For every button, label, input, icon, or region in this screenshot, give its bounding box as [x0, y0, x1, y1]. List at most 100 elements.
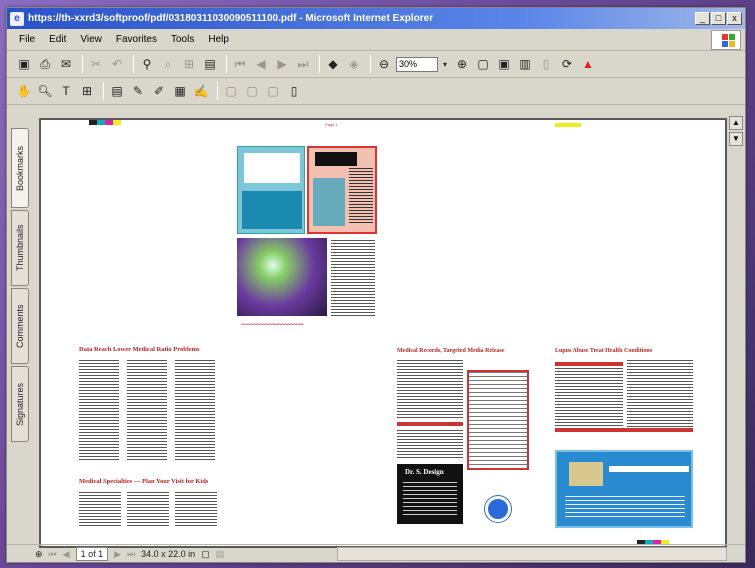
menu-view[interactable]: View [80, 34, 102, 45]
text-column [555, 368, 623, 428]
ie-window: e https://th-xxrd3/softproof/pdf/0318031… [6, 7, 746, 563]
tab-signatures[interactable]: Signatures [11, 366, 29, 442]
zoom-dropdown-icon[interactable]: ▾ [440, 55, 450, 73]
last-page-button[interactable]: ⏭ [127, 549, 135, 560]
go-forward-icon[interactable]: ◈ [345, 55, 363, 73]
prev-page-icon[interactable]: ◀ [252, 55, 270, 73]
next-page-button[interactable]: ▶ [114, 549, 121, 560]
form-tool-icon[interactable]: ▦ [171, 82, 189, 100]
boxed-letter [467, 370, 529, 470]
reflow-icon[interactable]: ▯ [537, 55, 555, 73]
page-spread-right-b: Lupus Abuse Treat Health Conditions [553, 336, 695, 532]
adobe-icon[interactable]: ▲ [579, 55, 597, 73]
spread-left-subtitle: Medical Specialties — Plan Your Visit fo… [79, 478, 209, 485]
last-page-icon[interactable]: ⏭ [294, 55, 312, 73]
menu-edit[interactable]: Edit [49, 34, 66, 45]
select-icon[interactable]: ⊞ [180, 55, 198, 73]
tab-thumbnails[interactable]: Thumbnails [11, 210, 29, 286]
zoom-in-icon[interactable]: ⊕ [453, 55, 471, 73]
fit-page-icon[interactable]: ▣ [495, 55, 513, 73]
tab-bookmarks[interactable]: Bookmarks [11, 128, 29, 208]
cover-panel-left [237, 146, 305, 234]
cover-photo [237, 238, 327, 316]
sign-tool-icon[interactable]: ✍ [192, 82, 210, 100]
review-icon[interactable]: ▢ [222, 82, 240, 100]
page-size-label: 34.0 x 22.0 in [141, 549, 196, 559]
upside-down-title: ~~~~~~~~~~~~~~~~~~~~ [241, 320, 304, 326]
zoom-out-icon[interactable]: ⊖ [375, 55, 393, 73]
ie-icon: e [10, 11, 24, 26]
text-column [79, 492, 121, 528]
registration-mark [113, 120, 121, 125]
maximize-button[interactable]: □ [711, 12, 726, 25]
text-column [127, 492, 169, 528]
seal-logo [485, 496, 511, 522]
text-column [397, 430, 463, 458]
pencil-tool-icon[interactable]: ✎ [129, 82, 147, 100]
compare-icon[interactable]: ▢ [243, 82, 261, 100]
cover-panel-right [307, 146, 377, 234]
actual-size-icon[interactable]: ▢ [474, 55, 492, 73]
text-column [79, 360, 119, 460]
highlight-tool-icon[interactable]: ✐ [150, 82, 168, 100]
scroll-up-icon[interactable]: ▲ [729, 116, 743, 130]
find-icon[interactable]: ⚲ [138, 55, 156, 73]
zoom-input[interactable]: 30% [396, 56, 438, 72]
blue-ad [555, 450, 693, 528]
menu-tools[interactable]: Tools [171, 34, 194, 45]
search-icon[interactable]: ⌕ [159, 55, 177, 73]
acrobat-toolbar-2: ✋ 🔍︎ T ⊞ ▤ ✎ ✐ ▦ ✍ ▢ ▢ ▢ ▯ [7, 78, 745, 105]
graphics-select-icon[interactable]: ⊞ [78, 82, 96, 100]
menu-help[interactable]: Help [208, 34, 229, 45]
continuous-icon[interactable]: ▤ [216, 549, 225, 560]
cut-icon[interactable]: ✂ [87, 55, 105, 73]
toolbar-separator [82, 55, 83, 73]
zoom-tool-icon[interactable]: 🔍︎ [36, 82, 54, 100]
window-title: https://th-xxrd3/softproof/pdf/031803110… [28, 13, 434, 24]
close-button[interactable]: x [727, 12, 742, 25]
single-page-icon[interactable]: ▢ [201, 549, 210, 560]
pdf-page[interactable]: Page 1 ~~~~~~~~~~~~~~~~~~~~ Data Reach L… [39, 118, 727, 548]
email-icon[interactable]: ✉ [57, 55, 75, 73]
text-column [331, 240, 375, 316]
page-spread-left: Data Reach Lower Medical Ratio Problems … [77, 336, 223, 532]
hand-tool-icon[interactable]: ✋ [15, 82, 33, 100]
text-column [127, 360, 167, 460]
page-header-text: Page 1 [325, 122, 338, 127]
print-icon[interactable]: ⎙ [36, 55, 54, 73]
navigation-tabs: Bookmarks Thumbnails Comments Signatures [11, 118, 31, 538]
vertical-scrollbar[interactable]: ▲ ▼ [729, 116, 743, 548]
text-select-icon[interactable]: T [57, 82, 75, 100]
page-number-field[interactable]: 1 of 1 [75, 547, 109, 561]
rotate-icon[interactable]: ⟳ [558, 55, 576, 73]
spell-icon[interactable]: ▢ [264, 82, 282, 100]
toolbar-separator [319, 55, 320, 73]
tab-comments[interactable]: Comments [11, 288, 29, 364]
save-icon[interactable]: ▣ [15, 55, 33, 73]
undo-icon[interactable]: ↶ [108, 55, 126, 73]
toolbar-separator [370, 55, 371, 73]
document-icon[interactable]: ▯ [285, 82, 303, 100]
toolbar-separator [103, 82, 104, 100]
title-bar[interactable]: e https://th-xxrd3/softproof/pdf/0318031… [7, 8, 745, 29]
page-view-icon[interactable]: ▤ [201, 55, 219, 73]
toolbar-separator [133, 55, 134, 73]
scroll-down-icon[interactable]: ▼ [729, 132, 743, 146]
minimize-button[interactable]: _ [695, 12, 710, 25]
registration-mark [555, 123, 581, 127]
registration-mark [97, 120, 105, 125]
nav-toggle-icon[interactable]: ⊕ [35, 549, 43, 560]
note-tool-icon[interactable]: ▤ [108, 82, 126, 100]
next-page-icon[interactable]: ▶ [273, 55, 291, 73]
text-column [627, 360, 693, 428]
menu-favorites[interactable]: Favorites [116, 34, 157, 45]
horizontal-scrollbar[interactable] [337, 547, 727, 561]
page-spread-top: ~~~~~~~~~~~~~~~~~~~~ [237, 146, 377, 332]
menu-file[interactable]: File [19, 34, 35, 45]
first-page-button[interactable]: ⏮ [49, 549, 57, 560]
prev-page-button[interactable]: ◀ [63, 549, 70, 560]
text-column [175, 492, 217, 528]
go-back-icon[interactable]: ◆ [324, 55, 342, 73]
fit-width-icon[interactable]: ▥ [516, 55, 534, 73]
first-page-icon[interactable]: ⏮ [231, 55, 249, 73]
